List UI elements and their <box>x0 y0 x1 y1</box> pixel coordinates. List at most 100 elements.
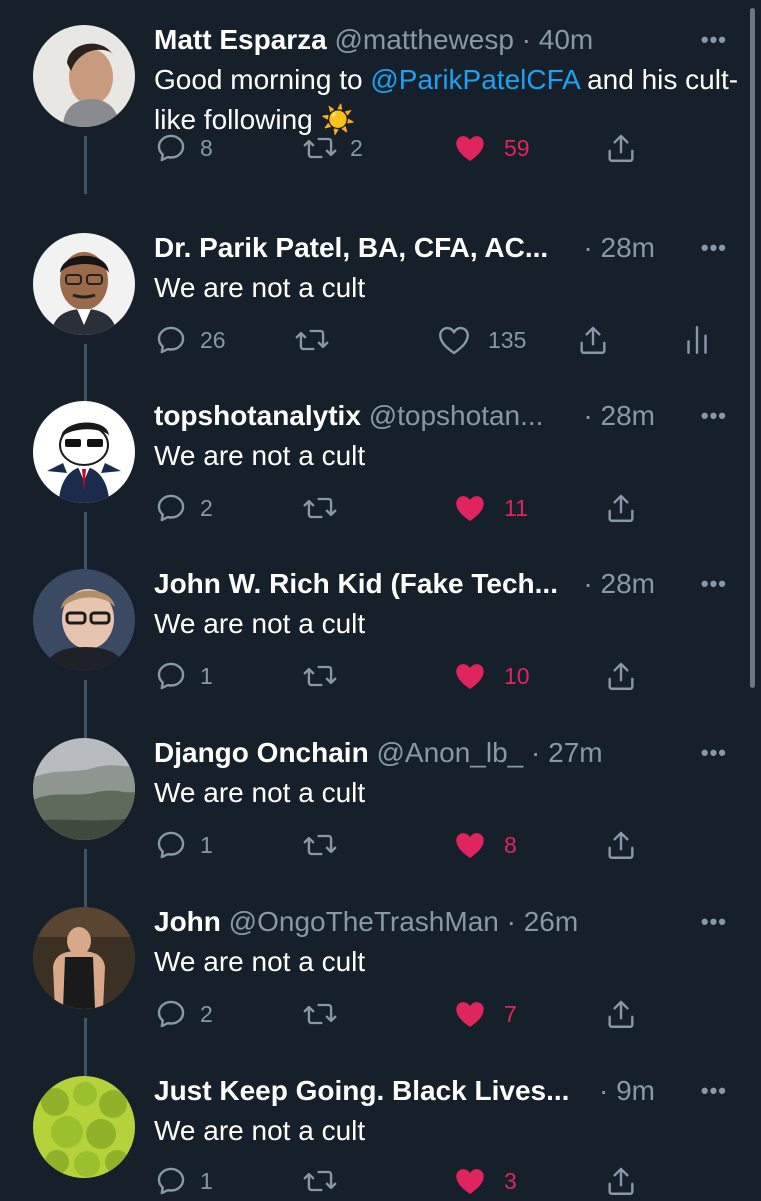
avatar[interactable] <box>33 738 135 840</box>
avatar[interactable] <box>33 25 135 127</box>
more-icon[interactable]: ••• <box>701 735 727 771</box>
analytics-button[interactable] <box>684 320 710 360</box>
like-button[interactable]: 59 <box>452 128 530 168</box>
display-name[interactable]: Django Onchain <box>154 737 369 768</box>
display-name[interactable]: topshotanalytix <box>154 400 361 431</box>
more-icon[interactable]: ••• <box>701 904 727 940</box>
avatar[interactable] <box>33 569 135 671</box>
share-button[interactable] <box>604 994 638 1034</box>
share-button[interactable] <box>604 1161 638 1201</box>
more-icon[interactable]: ••• <box>701 22 727 58</box>
display-name[interactable]: John <box>154 906 221 937</box>
timestamp[interactable]: · 28m <box>583 566 655 602</box>
tweet-header: Just Keep Going. Black Lives... · 9m ••• <box>154 1073 741 1109</box>
timestamp[interactable]: · 28m <box>583 230 655 266</box>
separator-dot: · <box>531 737 541 768</box>
tweet-text-start: We are not a cult <box>154 777 366 808</box>
retweet-button[interactable] <box>294 320 330 360</box>
reply-button[interactable]: 2 <box>154 994 213 1034</box>
heart-icon <box>456 833 484 859</box>
tweet-text: We are not a cult <box>154 604 744 644</box>
avatar[interactable] <box>33 907 135 1009</box>
reply-icon <box>157 662 185 690</box>
retweet-button[interactable] <box>302 488 338 528</box>
tweet[interactable]: Dr. Parik Patel, BA, CFA, AC... · 28m ••… <box>0 208 761 402</box>
reply-icon <box>157 494 185 522</box>
username[interactable]: @Anon_lb_ <box>376 737 523 768</box>
like-button[interactable]: 11 <box>452 488 528 528</box>
tweet-text-start: We are not a cult <box>154 946 366 977</box>
reply-button[interactable]: 1 <box>154 825 213 865</box>
share-button[interactable] <box>604 488 638 528</box>
tweet-text-start: We are not a cult <box>154 440 366 471</box>
tweet-text-start: We are not a cult <box>154 272 366 303</box>
tweet-text: We are not a cult <box>154 773 744 813</box>
timestamp[interactable]: · 28m <box>583 398 655 434</box>
timestamp[interactable]: 40m <box>539 24 593 55</box>
tweet-actions: 1 3 <box>154 1161 754 1201</box>
mention-link[interactable]: @ParikPatelCFA <box>370 64 579 95</box>
avatar[interactable] <box>33 1076 135 1178</box>
display-name[interactable]: Just Keep Going. Black Lives... <box>154 1075 569 1106</box>
tweet[interactable]: Just Keep Going. Black Lives... · 9m •••… <box>0 1051 761 1200</box>
like-count: 59 <box>504 134 530 161</box>
share-button[interactable] <box>576 320 610 360</box>
retweet-button[interactable] <box>302 656 338 696</box>
like-button[interactable]: 7 <box>452 994 517 1034</box>
more-icon[interactable]: ••• <box>701 398 727 434</box>
like-button[interactable]: 3 <box>452 1161 517 1201</box>
username[interactable]: @topshotan... <box>369 400 544 431</box>
retweet-button[interactable] <box>302 1161 338 1201</box>
like-button[interactable]: 8 <box>452 825 517 865</box>
tweet[interactable]: John @OngoTheTrashMan · 26m ••• We are n… <box>0 882 761 1076</box>
display-name[interactable]: Matt Esparza <box>154 24 327 55</box>
retweet-icon <box>303 1003 337 1025</box>
timestamp[interactable]: 27m <box>548 737 602 768</box>
scrollbar[interactable] <box>750 8 755 688</box>
timestamp[interactable]: · 9m <box>599 1073 655 1109</box>
timestamp[interactable]: 26m <box>524 906 578 937</box>
like-count: 7 <box>504 1000 517 1027</box>
more-icon[interactable]: ••• <box>701 566 727 602</box>
tweet[interactable]: topshotanalytix @topshotan... · 28m ••• … <box>0 376 761 570</box>
tweet[interactable]: Django Onchain @Anon_lb_ · 27m ••• We ar… <box>0 713 761 907</box>
like-count: 10 <box>504 662 530 689</box>
separator-dot: · <box>521 24 531 55</box>
retweet-button[interactable]: 2 <box>302 128 363 168</box>
reply-count: 1 <box>200 1167 213 1194</box>
username[interactable]: @matthewesp <box>335 24 514 55</box>
retweet-icon <box>303 834 337 856</box>
reply-button[interactable]: 1 <box>154 1161 213 1201</box>
like-count: 3 <box>504 1167 517 1194</box>
share-button[interactable] <box>604 128 638 168</box>
reply-button[interactable]: 8 <box>154 128 213 168</box>
reply-button[interactable]: 1 <box>154 656 213 696</box>
like-count: 8 <box>504 831 517 858</box>
avatar[interactable] <box>33 401 135 503</box>
retweet-button[interactable] <box>302 825 338 865</box>
more-icon[interactable]: ••• <box>701 230 727 266</box>
display-name[interactable]: John W. Rich Kid (Fake Tech... <box>154 568 558 599</box>
username[interactable]: @OngoTheTrashMan <box>229 906 499 937</box>
share-button[interactable] <box>604 656 638 696</box>
reply-button[interactable]: 26 <box>154 320 226 360</box>
tweet-text-start: We are not a cult <box>154 1115 366 1146</box>
tweet-text-start: Good morning to <box>154 64 371 95</box>
reply-button[interactable]: 2 <box>154 488 213 528</box>
tweet-text: We are not a cult <box>154 1111 744 1151</box>
tweet-actions: 1 10 <box>154 656 754 696</box>
more-icon[interactable]: ••• <box>701 1073 727 1109</box>
share-button[interactable] <box>604 825 638 865</box>
like-button[interactable]: 10 <box>452 656 530 696</box>
tweet-header: Matt Esparza @matthewesp · 40m ••• <box>154 22 741 58</box>
avatar[interactable] <box>33 233 135 335</box>
like-button[interactable]: 135 <box>436 320 526 360</box>
tweet[interactable]: Matt Esparza @matthewesp · 40m ••• Good … <box>0 0 761 194</box>
retweet-button[interactable] <box>302 994 338 1034</box>
young-man-glasses-photo <box>33 569 135 671</box>
man-profile-photo <box>33 25 135 127</box>
display-name[interactable]: Dr. Parik Patel, BA, CFA, AC... <box>154 232 548 263</box>
reply-icon <box>157 134 185 162</box>
tweet-header: John W. Rich Kid (Fake Tech... · 28m ••• <box>154 566 741 602</box>
tweet[interactable]: John W. Rich Kid (Fake Tech... · 28m •••… <box>0 544 761 738</box>
